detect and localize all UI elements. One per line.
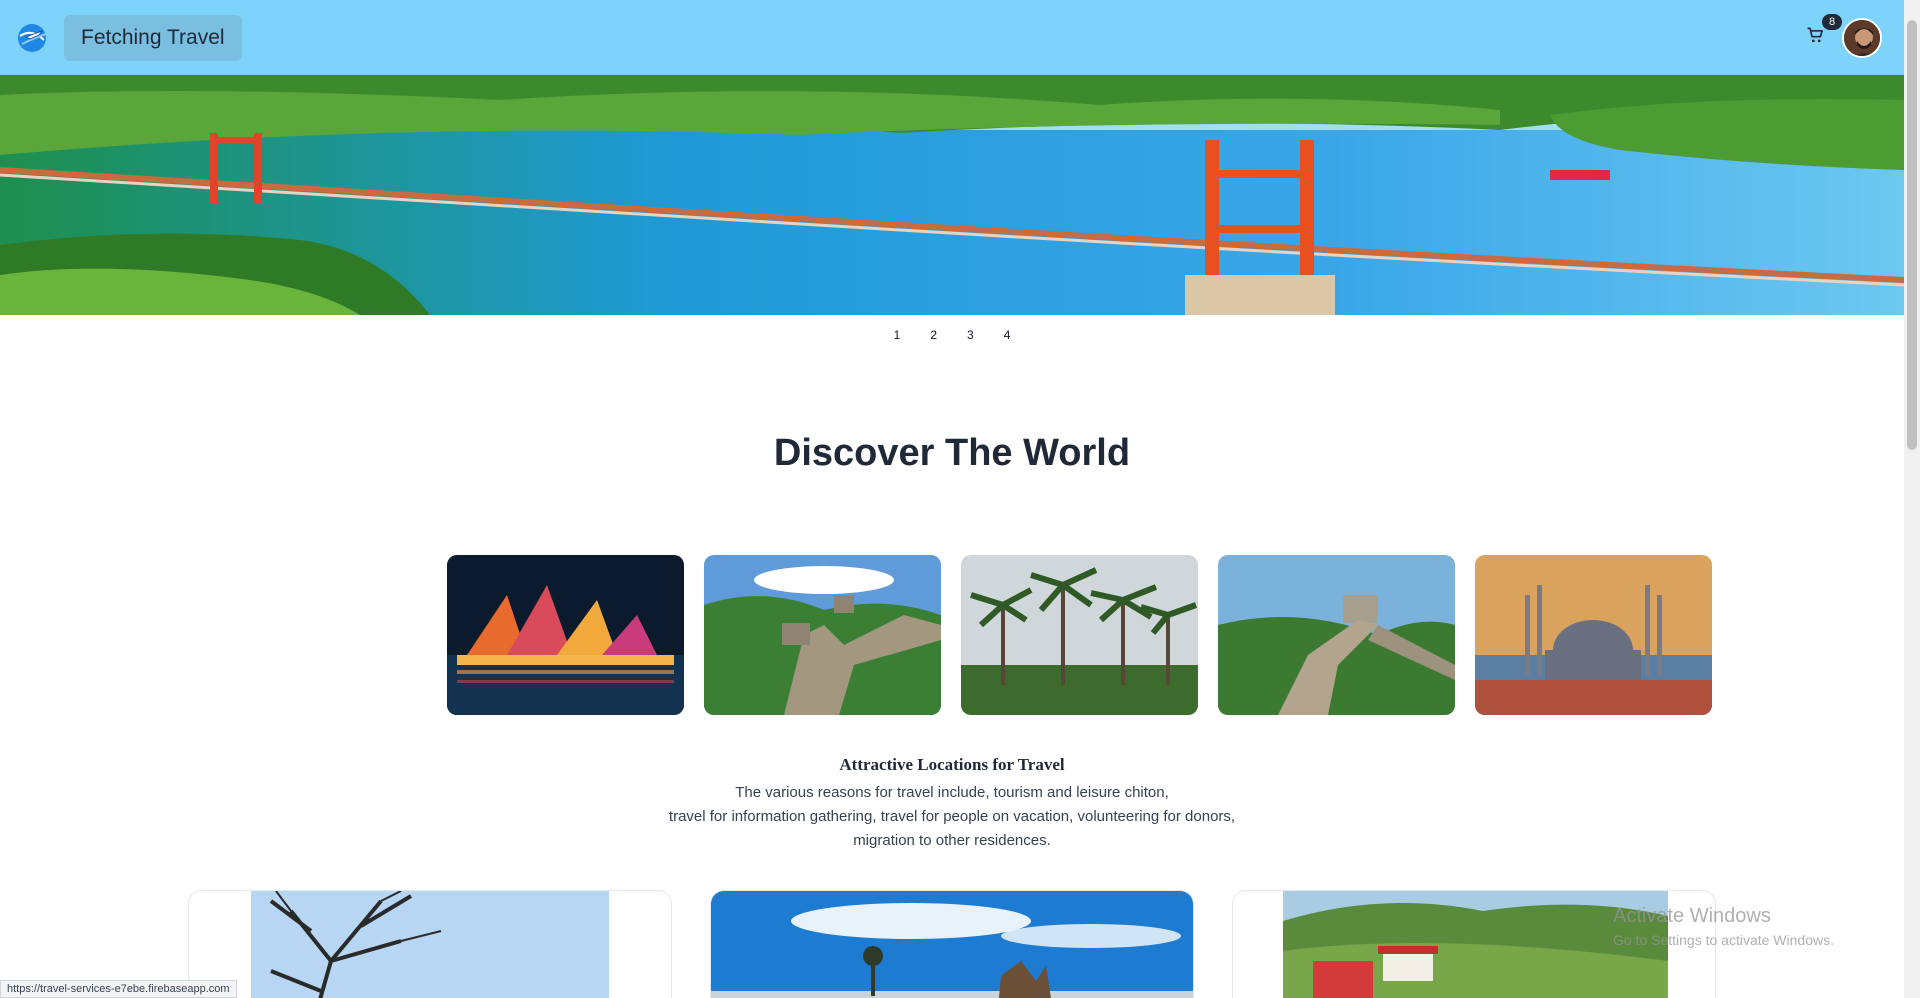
about-section: Attractive Locations for Travel The vari… xyxy=(0,755,1904,853)
navbar: Fetching Travel 8 xyxy=(0,0,1904,75)
location-card[interactable] xyxy=(188,890,672,998)
about-heading: Attractive Locations for Travel xyxy=(839,755,1065,774)
thumbnail-great-wall-tower[interactable] xyxy=(1218,555,1455,715)
thumbnail-blue-mosque[interactable] xyxy=(1475,555,1712,715)
thumbnail-sydney-opera-house[interactable] xyxy=(447,555,684,715)
windows-activation-watermark: Activate Windows Go to Settings to activ… xyxy=(1613,905,1834,948)
carousel-page-2[interactable]: 2 xyxy=(926,328,941,342)
about-line-3: migration to other residences. xyxy=(853,832,1051,849)
cart-button[interactable]: 8 xyxy=(1802,13,1842,51)
watermark-title: Activate Windows xyxy=(1613,905,1771,927)
brand-button[interactable]: Fetching Travel xyxy=(64,14,242,61)
card-image-mountain-village xyxy=(1283,891,1668,998)
carousel-page-3[interactable]: 3 xyxy=(963,328,978,342)
about-line-2: travel for information gathering, travel… xyxy=(668,808,1236,825)
carousel-page-4[interactable]: 4 xyxy=(1000,328,1015,342)
location-card[interactable] xyxy=(710,890,1194,998)
scrollbar-thumb[interactable] xyxy=(1907,20,1917,450)
location-cards xyxy=(188,890,1716,998)
carousel-page-1[interactable]: 1 xyxy=(890,328,905,342)
carousel-pagination: 1 2 3 4 xyxy=(0,328,1904,342)
status-bar-url: https://travel-services-e7ebe.firebaseap… xyxy=(0,980,237,998)
section-title: Discover The World xyxy=(773,432,1131,474)
user-avatar[interactable] xyxy=(1842,17,1882,58)
watermark-subtitle: Go to Settings to activate Windows. xyxy=(1613,932,1834,948)
destination-thumbnails xyxy=(447,555,1712,715)
cart-badge: 8 xyxy=(1822,13,1842,30)
page-scrollbar[interactable] xyxy=(1904,0,1920,998)
card-image-bare-tree xyxy=(251,891,609,998)
card-image-beach-rocks xyxy=(711,891,1193,998)
cart-icon xyxy=(1805,25,1825,50)
about-line-1: The various reasons for travel include, … xyxy=(735,784,1169,801)
hero-banner xyxy=(0,75,1904,315)
airplane-globe-icon[interactable] xyxy=(10,16,54,60)
thumbnail-great-wall[interactable] xyxy=(704,555,941,715)
thumbnail-palm-trees[interactable] xyxy=(961,555,1198,715)
